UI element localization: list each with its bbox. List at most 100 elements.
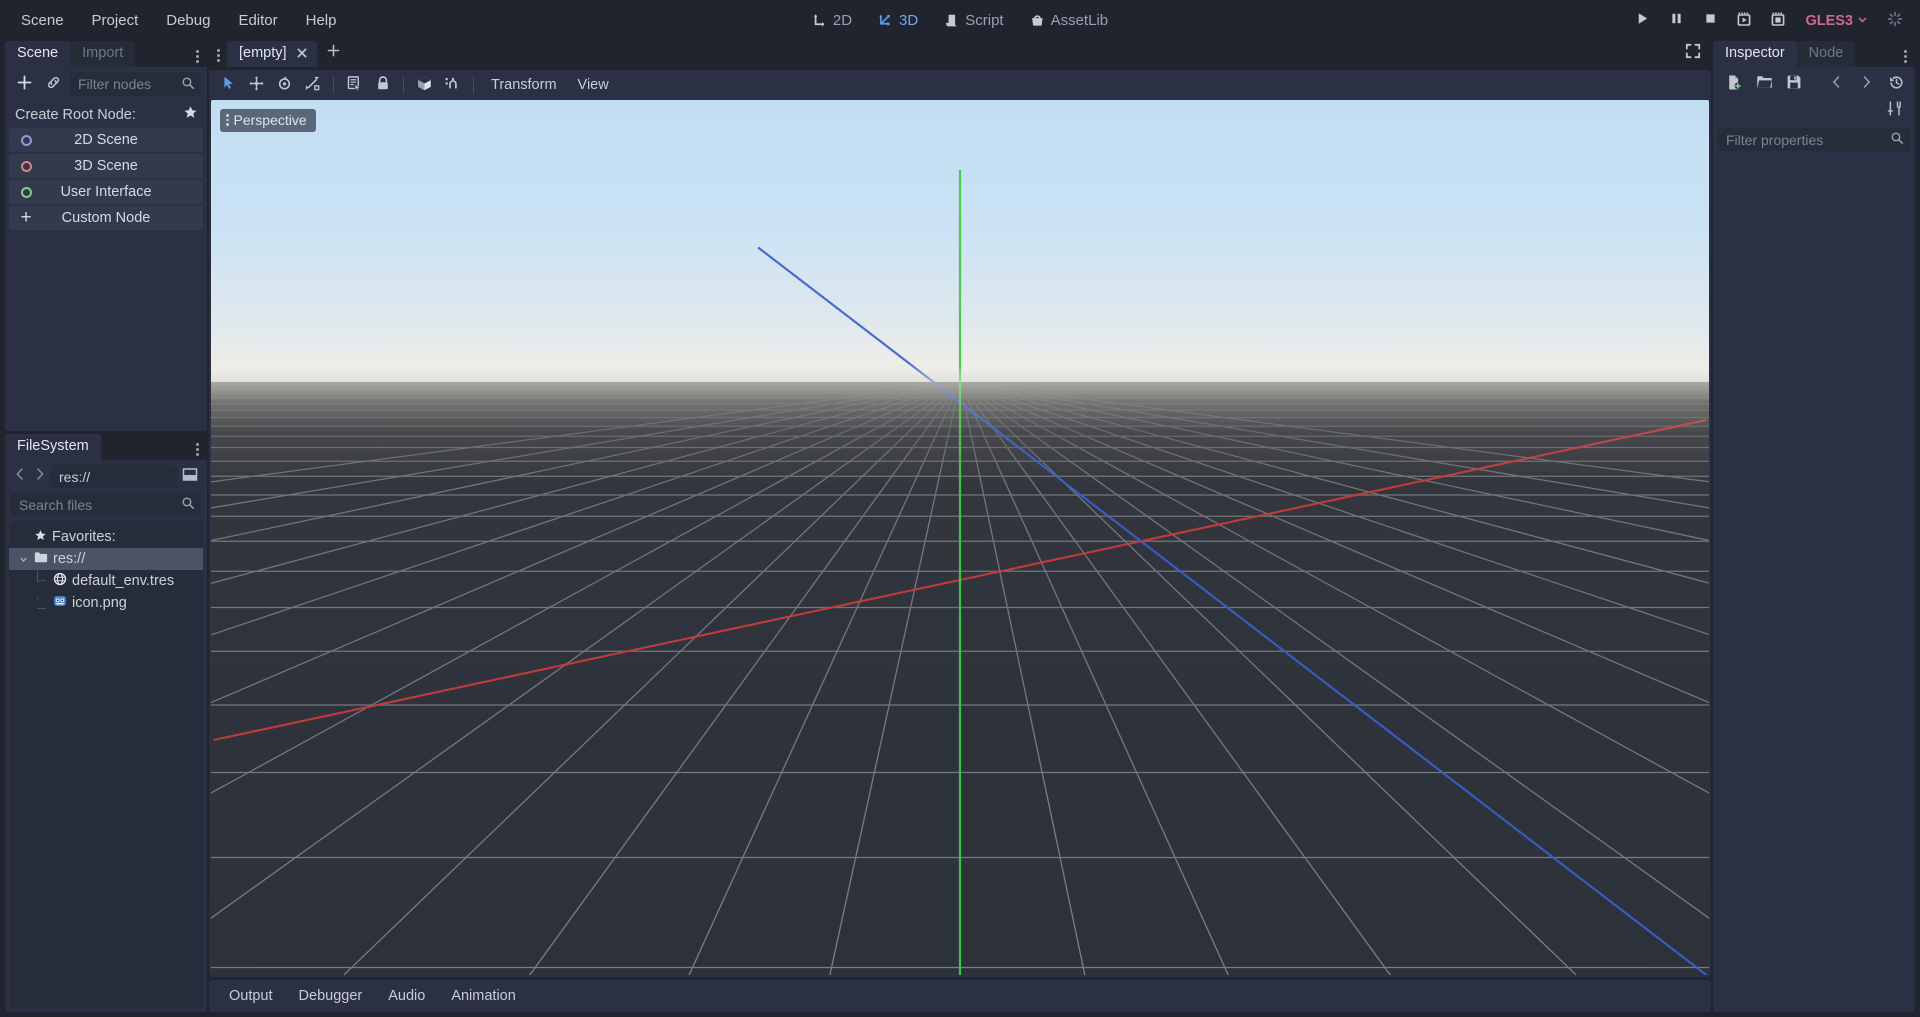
stop-button[interactable] — [1695, 7, 1725, 35]
3d-viewport[interactable]: Perspective — [211, 100, 1709, 975]
scene-tab-empty[interactable]: [empty] — [227, 41, 317, 67]
new-resource-button[interactable] — [1721, 72, 1747, 96]
play-custom-scene-button[interactable] — [1763, 7, 1793, 35]
rotate-mode-button[interactable] — [271, 73, 298, 97]
favorite-button[interactable] — [183, 105, 207, 124]
root-option-user-interface[interactable]: User Interface — [9, 180, 203, 204]
select-mode-button[interactable] — [215, 73, 242, 97]
inspector-history-button[interactable] — [1883, 72, 1909, 96]
fs-toggle-split-mode-button[interactable] — [179, 466, 201, 488]
view-menu[interactable]: View — [568, 73, 619, 97]
root-option-3d-scene[interactable]: 3D Scene — [9, 154, 203, 178]
list-select-button[interactable] — [341, 73, 368, 97]
search-files-input[interactable]: Search files — [11, 493, 201, 516]
filter-properties-input[interactable]: Filter properties — [1718, 128, 1910, 151]
scene-tree-empty-area[interactable] — [5, 230, 207, 431]
tree-row-res-root[interactable]: res:// — [9, 548, 203, 570]
scale-mode-button[interactable] — [299, 73, 326, 97]
pause-button[interactable] — [1661, 7, 1691, 35]
toolbar-separator — [473, 76, 474, 94]
inspector-dock: Inspector Node Filter properties — [1713, 41, 1915, 1012]
bottom-tab-audio[interactable]: Audio — [376, 983, 437, 1009]
add-scene-button[interactable] — [317, 41, 350, 67]
busy-spinner-icon — [1887, 11, 1903, 31]
fs-forward-button[interactable] — [31, 466, 49, 488]
inspector-back-button[interactable] — [1823, 72, 1849, 96]
play-scene-button[interactable] — [1729, 7, 1759, 35]
root-option-2d-scene[interactable]: 2D Scene — [9, 128, 203, 152]
tab-3d[interactable]: 3D — [867, 7, 929, 34]
distraction-free-button[interactable] — [1685, 43, 1711, 67]
viewport-toolbar: Transform View — [209, 70, 1711, 100]
godot-icon — [53, 594, 67, 612]
menu-editor[interactable]: Editor — [225, 7, 290, 34]
play-icon — [1635, 11, 1650, 30]
fs-path-field[interactable]: res:// — [51, 465, 177, 488]
tree-row-res-root-label: res:// — [53, 551, 86, 567]
fs-back-button[interactable] — [11, 466, 29, 488]
tree-row-favorites[interactable]: Favorites: — [9, 526, 203, 548]
inspector-properties-area[interactable] — [1713, 157, 1915, 1012]
bottom-tab-debugger[interactable]: Debugger — [287, 983, 375, 1009]
chevron-right-icon — [1860, 75, 1873, 93]
perspective-label[interactable]: Perspective — [220, 109, 316, 132]
renderer-selector[interactable]: GLES3 — [1797, 9, 1876, 33]
menu-scene[interactable]: Scene — [8, 7, 77, 34]
root-option-custom-node[interactable]: + Custom Node — [9, 206, 203, 230]
load-resource-button[interactable] — [1751, 72, 1777, 96]
inspector-object-tools-button[interactable] — [1881, 98, 1907, 122]
tree-row-favorites-label: Favorites: — [52, 529, 116, 545]
tab-script[interactable]: Script — [933, 7, 1014, 34]
dock-tab-inspector[interactable]: Inspector — [1713, 41, 1797, 67]
bottom-tab-output[interactable]: Output — [217, 983, 285, 1009]
inspector-forward-button[interactable] — [1853, 72, 1879, 96]
move-mode-button[interactable] — [243, 73, 270, 97]
inspector-dock-menu-button[interactable] — [1904, 50, 1915, 67]
search-files-placeholder: Search files — [19, 496, 93, 513]
lock-icon — [375, 75, 391, 95]
filter-nodes-input[interactable]: Filter nodes — [69, 72, 201, 96]
script-icon — [944, 13, 959, 28]
transform-menu[interactable]: Transform — [481, 73, 567, 97]
snap-button[interactable] — [439, 73, 466, 97]
left-dock-column: Scene Import Filter nodes Create Root No… — [0, 41, 207, 1017]
filesystem-dock-tabs: FileSystem — [5, 434, 207, 460]
inspector-toolbar — [1713, 67, 1915, 98]
bottom-tab-animation[interactable]: Animation — [439, 983, 527, 1009]
tab-assetlib[interactable]: AssetLib — [1019, 7, 1120, 34]
inspector-dock-tabs: Inspector Node — [1713, 41, 1915, 67]
dock-tab-scene[interactable]: Scene — [5, 41, 71, 67]
menu-help[interactable]: Help — [293, 7, 350, 34]
dock-tab-node[interactable]: Node — [1796, 41, 1856, 67]
link-icon — [45, 74, 62, 95]
right-dock-column: Inspector Node Filter properties — [1713, 41, 1920, 1017]
lock-button[interactable] — [369, 73, 396, 97]
local-space-button[interactable] — [411, 73, 438, 97]
filesystem-dock-menu-button[interactable] — [196, 443, 207, 460]
tree-row-default-env[interactable]: default_env.tres — [9, 569, 203, 592]
add-node-button[interactable] — [11, 72, 37, 96]
menu-debug[interactable]: Debug — [153, 7, 223, 34]
filesystem-tree[interactable]: Favorites: res:// default_env.tres icon.… — [9, 521, 203, 1008]
instance-scene-button[interactable] — [40, 72, 66, 96]
busy-indicator — [1880, 7, 1910, 35]
tree-row-icon-png[interactable]: icon.png — [9, 592, 203, 614]
menu-project[interactable]: Project — [79, 7, 152, 34]
tab-2d[interactable]: 2D — [801, 7, 863, 34]
inspector-dock-body: Filter properties — [1713, 67, 1915, 1012]
kebab-menu-icon — [1904, 50, 1907, 63]
scene-dock-menu-button[interactable] — [196, 50, 207, 67]
dock-tab-filesystem[interactable]: FileSystem — [5, 434, 101, 460]
viewport-menu-icon[interactable] — [224, 114, 231, 126]
chevron-down-icon[interactable] — [17, 555, 29, 564]
close-icon[interactable] — [296, 47, 308, 61]
dock-tab-import[interactable]: Import — [70, 41, 136, 67]
viewport-axes — [213, 170, 1708, 975]
save-resource-button[interactable] — [1781, 72, 1807, 96]
play-button[interactable] — [1627, 7, 1657, 35]
inspector-filter-row: Filter properties — [1713, 126, 1915, 157]
scene-tabs-menu-button[interactable] — [215, 49, 227, 67]
center-column: [empty] Transform View Perspective Outpu… — [207, 41, 1713, 1017]
circle-ui-icon — [17, 186, 35, 198]
kebab-menu-icon — [196, 443, 199, 456]
